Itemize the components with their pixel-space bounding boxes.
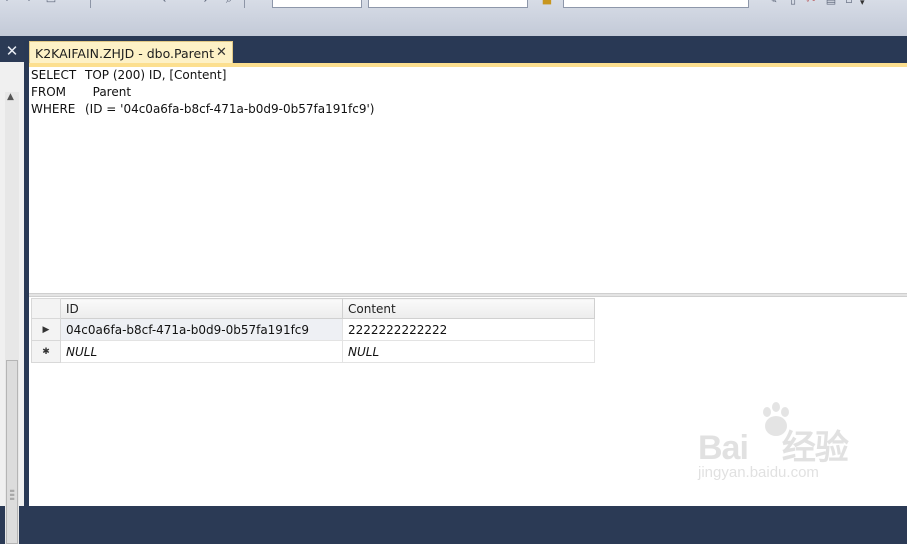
grid-header-row: ID Content: [31, 298, 595, 319]
column-header-content[interactable]: Content: [342, 298, 595, 319]
cell-content[interactable]: NULL: [342, 340, 595, 363]
save-icon[interactable]: ▭: [44, 0, 58, 6]
cell-id[interactable]: 04c0a6fa-b8cf-471a-b0d9-0b57fa191fc9: [60, 318, 343, 341]
find-combo[interactable]: [563, 0, 749, 8]
dropdown-icon[interactable]: ▾: [860, 0, 865, 8]
undo-icon[interactable]: ↶: [2, 0, 16, 6]
results-grid: ID Content ▶ 04c0a6fa-b8cf-471a-b0d9-0b5…: [31, 298, 595, 363]
folder-icon[interactable]: ■: [540, 0, 554, 6]
baidu-watermark: Bai 经验 jingyan.baidu.com: [698, 402, 868, 490]
row-pointer-icon[interactable]: ▶: [31, 318, 61, 341]
redo-icon[interactable]: ↷: [20, 0, 34, 6]
object-explorer-panel: ✕ ▲ ═ ═ ═: [0, 40, 24, 544]
close-icon[interactable]: ✕: [0, 40, 24, 62]
toolbar-separator: [244, 0, 245, 8]
toolbar-combo[interactable]: [368, 0, 528, 8]
row-selector-header[interactable]: [31, 298, 61, 319]
sql-line: FROM Parent: [31, 85, 131, 99]
sql-text: Parent: [85, 85, 132, 99]
table-row[interactable]: ✱ NULL NULL: [31, 340, 595, 363]
sql-text: (ID = '04c0a6fa-b8cf-471a-b0d9-0b57fa191…: [85, 102, 375, 116]
copy-icon[interactable]: ▯: [786, 0, 800, 6]
table-row[interactable]: ▶ 04c0a6fa-b8cf-471a-b0d9-0b57fa191fc9 2…: [31, 318, 595, 341]
column-header-id[interactable]: ID: [60, 298, 343, 319]
scrollbar-thumb[interactable]: ═ ═ ═: [6, 360, 18, 544]
find-icon[interactable]: ⌕: [222, 0, 236, 6]
sql-keyword: SELECT: [31, 68, 77, 82]
tools-icon[interactable]: ✎: [766, 0, 780, 6]
back-icon[interactable]: ←: [160, 0, 174, 6]
sql-keyword: FROM: [31, 85, 67, 99]
null-value: NULL: [66, 344, 98, 359]
toolbar-separator: [90, 0, 91, 8]
watermark-url: jingyan.baidu.com: [698, 464, 819, 481]
watermark-logo: Bai 经验: [698, 420, 849, 469]
cut-icon[interactable]: ✂: [804, 0, 818, 6]
null-value: NULL: [348, 344, 380, 359]
more-icon[interactable]: ▫: [842, 0, 856, 6]
tab-title: K2KAIFAIN.ZHJD - dbo.Parent: [35, 46, 214, 61]
vertical-scrollbar[interactable]: ▲ ═ ═ ═: [5, 92, 19, 544]
properties-icon[interactable]: ▤: [824, 0, 838, 6]
close-icon[interactable]: ✕: [216, 45, 227, 60]
watermark-logo-text: Bai: [698, 429, 749, 467]
grip-icon: ═ ═ ═: [10, 487, 15, 503]
cell-content[interactable]: 2222222222222: [342, 318, 595, 341]
tab-parent-query[interactable]: K2KAIFAIN.ZHJD - dbo.Parent ✕: [29, 41, 233, 64]
toolbar-combo[interactable]: [272, 0, 362, 8]
cell-id[interactable]: NULL: [60, 340, 343, 363]
sql-line: WHERE (ID = '04c0a6fa-b8cf-471a-b0d9-0b57…: [31, 102, 374, 116]
watermark-logo-text2: 经验: [781, 429, 849, 467]
sql-editor[interactable]: SELECT TOP (200) ID, [Content] FROM Paren…: [29, 67, 907, 293]
sql-text: TOP (200) ID, [Content]: [85, 68, 227, 82]
forward-icon[interactable]: →: [196, 0, 210, 6]
scroll-up-icon[interactable]: ▲: [7, 92, 14, 102]
sql-keyword: WHERE: [31, 102, 76, 116]
sql-line: SELECT TOP (200) ID, [Content]: [31, 68, 226, 82]
toolbar: ↶ ↷ ▭ ← → ⌕ ■ ✎ ▯ ✂ ▤ ▫ ▾: [0, 0, 907, 37]
new-row-icon[interactable]: ✱: [31, 340, 61, 363]
